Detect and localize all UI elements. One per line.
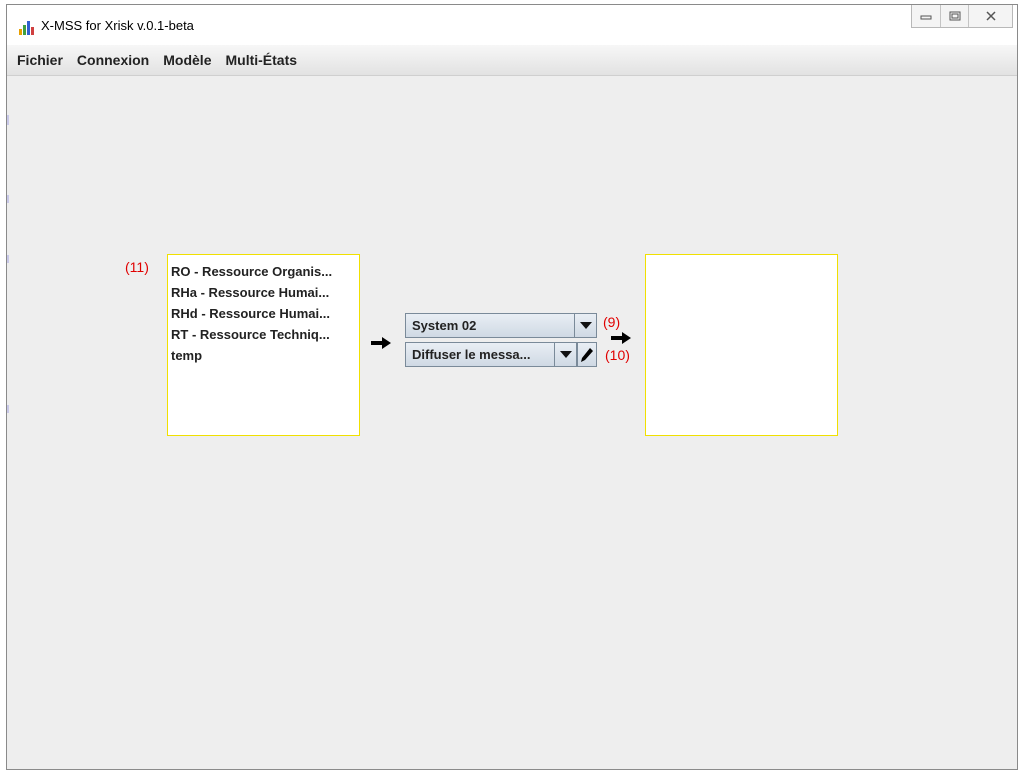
edge-mark xyxy=(7,255,9,263)
edit-button[interactable] xyxy=(577,342,597,367)
system-dropdown-button[interactable] xyxy=(574,314,596,337)
menu-bar: Fichier Connexion Modèle Multi-États xyxy=(7,45,1017,76)
annotation-9: (9) xyxy=(603,314,621,330)
minimize-button[interactable] xyxy=(912,5,940,27)
minimize-icon xyxy=(920,15,932,20)
system-select[interactable]: System 02 xyxy=(405,313,597,338)
chevron-down-icon xyxy=(579,321,592,329)
list-item[interactable]: RO - Ressource Organis... xyxy=(171,261,356,282)
close-icon xyxy=(985,11,996,21)
maximize-button[interactable] xyxy=(940,5,968,27)
right-arrow-icon xyxy=(611,332,631,344)
list-item[interactable]: RHd - Ressource Humai... xyxy=(171,303,356,324)
annotation-11: (11) xyxy=(125,259,149,275)
menu-multi-etats[interactable]: Multi-États xyxy=(218,52,304,68)
pencil-icon xyxy=(581,347,593,362)
list-item[interactable]: temp xyxy=(171,345,356,366)
chevron-down-icon xyxy=(559,350,572,358)
list-item[interactable]: RT - Ressource Techniq... xyxy=(171,324,356,345)
resource-list: RO - Ressource Organis... RHa - Ressourc… xyxy=(167,254,360,436)
system-select-value: System 02 xyxy=(412,318,477,333)
action-select[interactable]: Diffuser le messa... xyxy=(405,342,577,367)
restore-icon xyxy=(949,11,960,21)
menu-modele[interactable]: Modèle xyxy=(156,52,218,68)
action-dropdown-button[interactable] xyxy=(554,343,576,366)
annotation-10: (10) xyxy=(605,347,630,363)
menu-fichier[interactable]: Fichier xyxy=(7,52,70,68)
edge-mark xyxy=(7,115,9,125)
close-button[interactable] xyxy=(968,5,1012,27)
list-item[interactable]: RHa - Ressource Humai... xyxy=(171,282,356,303)
app-window: X-MSS for Xrisk v.0.1-beta Fichier Conne… xyxy=(6,4,1018,770)
edge-mark xyxy=(7,195,9,203)
window-title: X-MSS for Xrisk v.0.1-beta xyxy=(41,18,194,33)
menu-connexion[interactable]: Connexion xyxy=(70,52,156,68)
window-controls xyxy=(911,5,1013,28)
right-arrow-icon xyxy=(371,337,391,349)
app-icon xyxy=(19,21,35,35)
action-select-value: Diffuser le messa... xyxy=(412,347,531,362)
edge-mark xyxy=(7,405,9,413)
title-bar: X-MSS for Xrisk v.0.1-beta xyxy=(7,5,1017,45)
output-panel xyxy=(645,254,838,436)
